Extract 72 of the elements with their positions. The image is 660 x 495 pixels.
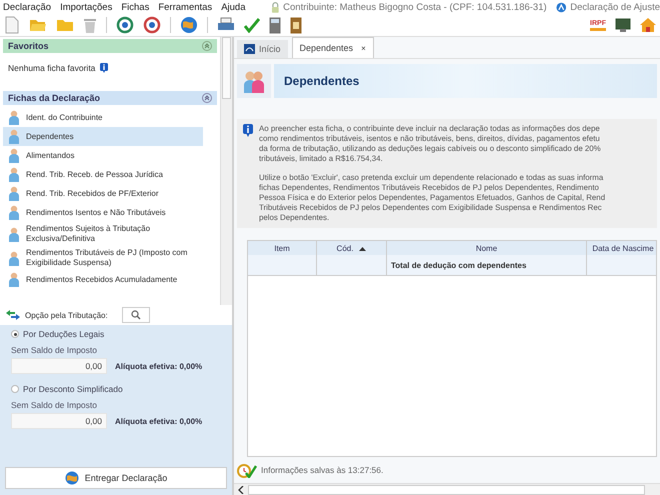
total-row-label: Total de dedução com dependentes <box>390 260 526 270</box>
form-item[interactable]: Rendimentos Recebidos Acumuladamente <box>3 270 203 289</box>
person-icon <box>7 186 21 201</box>
arrows-icon <box>5 309 21 321</box>
person-icon <box>7 167 21 182</box>
submit-declaration-button[interactable]: Entregar Declaração <box>5 467 227 489</box>
empty-favorites-text: Nenhuma ficha favorita <box>8 63 96 73</box>
column-header[interactable]: Data de Nascime <box>587 241 656 255</box>
monitor-icon[interactable] <box>615 18 631 32</box>
search-button[interactable] <box>122 307 150 323</box>
form-item[interactable]: Rendimentos Tributáveis de PJ (Imposto com Exigibilidade Suspensa) <box>3 246 203 270</box>
dependents-icon <box>243 69 265 93</box>
effective-rate-text: Alíquota efetiva: 0,00% <box>115 416 202 426</box>
home-tab-icon <box>244 44 255 54</box>
favorites-header[interactable]: Favoritos <box>3 39 217 53</box>
save-status-text: Informações salvas às 13:27:56. <box>261 465 384 475</box>
menu-item[interactable]: Fichas <box>121 2 150 12</box>
menu-item[interactable]: Ajuda <box>221 2 246 12</box>
horizontal-scrollbar[interactable] <box>234 483 660 495</box>
person-icon <box>7 226 21 242</box>
declaration-type-label: Declaração de Ajuste <box>570 2 660 12</box>
balance-label: Sem Saldo de Imposto <box>11 400 98 410</box>
form-item[interactable]: Alimentandos <box>3 146 203 165</box>
form-item[interactable]: Rend. Trib. Recebidos de PF/Exterior <box>3 184 203 203</box>
collapse-icon[interactable] <box>202 93 212 103</box>
form-item[interactable]: Rendimentos Isentos e Não Tributáveis <box>3 203 203 222</box>
info-icon <box>243 124 253 137</box>
amount-field[interactable]: 0,00 <box>11 358 107 374</box>
saved-clock-check-icon <box>237 462 257 478</box>
calculator-icon[interactable] <box>269 16 281 34</box>
new-file-icon[interactable] <box>4 16 20 34</box>
amount-field[interactable]: 0,00 <box>11 413 107 429</box>
home-icon[interactable] <box>640 17 656 33</box>
person-icon <box>7 272 21 287</box>
taxpayer-label: Contribuinte: Matheus Bigogno Costa - (CPF: 104.531.186-31) <box>283 2 547 12</box>
person-icon <box>7 205 21 220</box>
person-icon <box>7 129 21 144</box>
declaration-forms-header[interactable]: Fichas da Declaração <box>3 91 217 105</box>
tab[interactable]: Início <box>237 40 288 58</box>
person-icon <box>7 148 21 163</box>
sort-arrow-icon <box>359 246 366 250</box>
balance-label: Sem Saldo de Imposto <box>11 345 98 355</box>
person-icon <box>7 250 21 266</box>
trash-icon[interactable] <box>83 16 97 34</box>
sync-error-icon[interactable] <box>143 16 161 34</box>
form-item[interactable]: Dependentes <box>3 127 203 146</box>
taxation-option-label: Opção pela Tributação: <box>25 310 108 320</box>
info-icon <box>100 63 108 73</box>
menu-item[interactable]: Ferramentas <box>158 2 212 12</box>
radio-option[interactable]: Por Deduções Legais <box>11 329 104 339</box>
form-item[interactable]: Rendimentos Sujeitos à Tributação Exclusiva/Definitiva <box>3 222 203 246</box>
scroll-left-icon[interactable] <box>238 486 244 494</box>
page-title-banner: Dependentes <box>274 64 657 98</box>
search-icon <box>130 310 141 320</box>
form-item[interactable]: Rend. Trib. Receb. de Pessoa Jurídica <box>3 165 203 184</box>
padlock-icon <box>270 2 280 12</box>
close-tab-button[interactable]: × <box>361 44 366 52</box>
form-item[interactable]: Ident. do Contribuinte <box>3 108 203 127</box>
vertical-scrollbar[interactable] <box>220 37 232 305</box>
collapse-icon[interactable] <box>202 41 212 51</box>
sync-icon[interactable] <box>116 16 134 34</box>
tab[interactable]: Dependentes × <box>292 37 374 58</box>
globe-icon[interactable] <box>180 16 198 34</box>
check-icon[interactable] <box>244 17 260 33</box>
effective-rate-text: Alíquota efetiva: 0,00% <box>115 362 202 370</box>
radio-option[interactable]: Por Desconto Simplificado <box>11 384 123 394</box>
printer-icon[interactable] <box>217 17 235 33</box>
person-icon <box>7 110 21 125</box>
help-book-icon[interactable] <box>290 16 302 34</box>
menu-item[interactable]: Importações <box>60 2 112 12</box>
menu-item[interactable]: Declaração <box>3 2 52 12</box>
globe-icon <box>64 471 79 485</box>
